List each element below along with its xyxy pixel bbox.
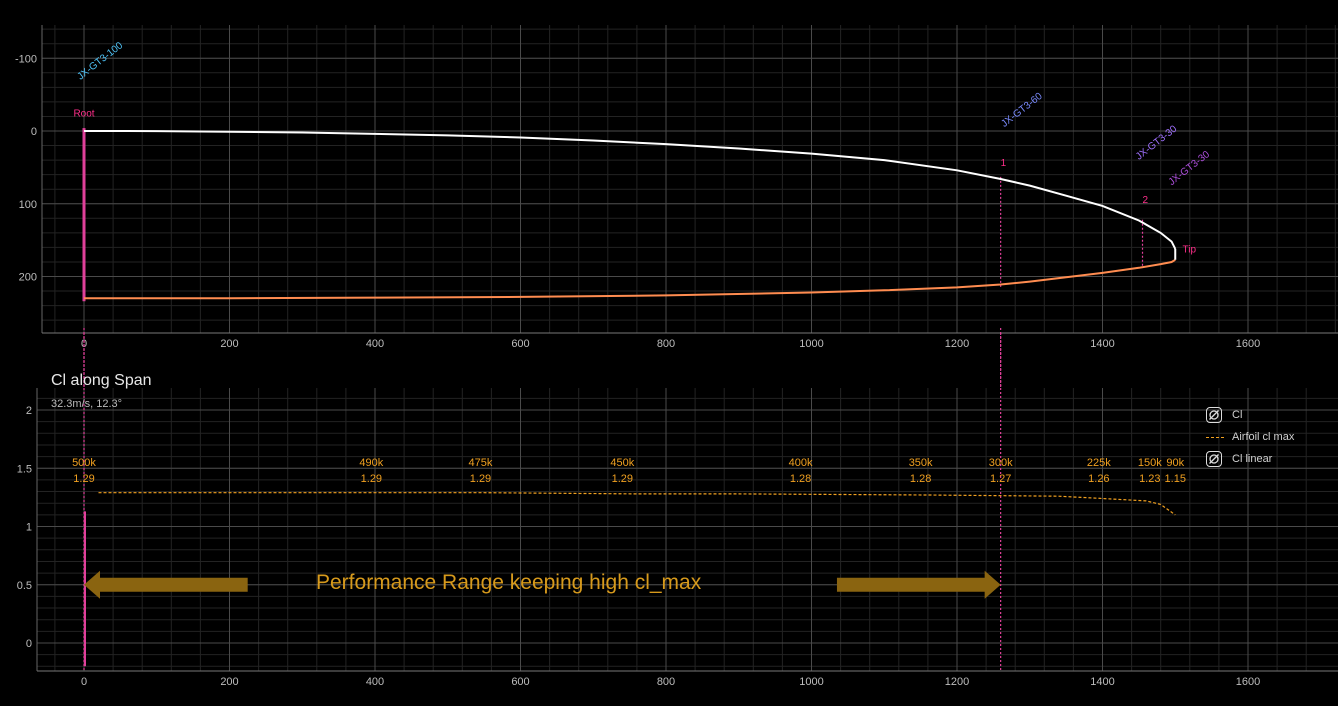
x-tick-label: 200 bbox=[220, 338, 238, 350]
y-tick-label: 0 bbox=[26, 638, 32, 650]
clmax-value-label: 1.29 bbox=[73, 473, 94, 485]
x-tick-label: 600 bbox=[511, 338, 529, 350]
x-tick-label: 1200 bbox=[945, 338, 969, 350]
clmax-value-label: 1.26 bbox=[1088, 473, 1109, 485]
dashed-line-icon bbox=[1206, 436, 1224, 438]
planform-label: Root bbox=[73, 108, 94, 119]
x-tick-label: 400 bbox=[366, 338, 384, 350]
chart-subtitle: 32.3m/s, 12.3° bbox=[51, 398, 123, 410]
reynolds-label: 475k bbox=[469, 457, 493, 469]
range-arrow-right bbox=[836, 570, 1001, 599]
x-tick-label: 600 bbox=[511, 676, 529, 688]
trailing-edge-line bbox=[84, 258, 1176, 300]
clmax-value-label: 1.27 bbox=[990, 473, 1011, 485]
legend-label: Cl linear bbox=[1232, 453, 1273, 465]
reynolds-label: 400k bbox=[789, 457, 813, 469]
leading-edge-line bbox=[83, 130, 1177, 250]
y-tick-label: 0 bbox=[31, 126, 37, 138]
y-tick-label: -100 bbox=[15, 53, 37, 65]
x-tick-label: 1600 bbox=[1236, 676, 1260, 688]
planform-label: 2 bbox=[1143, 195, 1149, 206]
clmax-value-label: 1.29 bbox=[361, 473, 382, 485]
reynolds-label: 225k bbox=[1087, 457, 1111, 469]
planform-label: 1 bbox=[1001, 158, 1007, 169]
performance-range-annotation: Performance Range keeping high cl_max bbox=[316, 571, 702, 594]
reynolds-label: 300k bbox=[989, 457, 1013, 469]
x-tick-label: 1400 bbox=[1090, 338, 1114, 350]
visibility-off-icon[interactable] bbox=[1206, 451, 1222, 467]
x-tick-label: 800 bbox=[657, 676, 675, 688]
root-chord-bar bbox=[82, 128, 86, 302]
reynolds-label: 490k bbox=[359, 457, 383, 469]
x-tick-label: 400 bbox=[366, 676, 384, 688]
x-tick-label: 800 bbox=[657, 338, 675, 350]
chart-title: Cl along Span bbox=[51, 372, 152, 389]
x-tick-label: 1000 bbox=[799, 676, 823, 688]
clmax-value-label: 1.29 bbox=[470, 473, 491, 485]
y-tick-label: 0.5 bbox=[17, 580, 32, 592]
clmax-value-label: 1.28 bbox=[910, 473, 931, 485]
x-tick-label: 1400 bbox=[1090, 676, 1114, 688]
legend-item-cl-linear[interactable]: Cl linear bbox=[1206, 448, 1326, 470]
airfoil-label: JX-GT3-30 bbox=[1134, 123, 1180, 162]
x-tick-label: 1000 bbox=[799, 338, 823, 350]
y-tick-label: 2 bbox=[26, 405, 32, 417]
clmax-value-label: 1.28 bbox=[790, 473, 811, 485]
reynolds-label: 150k bbox=[1138, 457, 1162, 469]
airfoil-label: JX-GT3-100 bbox=[75, 40, 125, 82]
reynolds-label: 90k bbox=[1166, 457, 1184, 469]
legend-label: Airfoil cl max bbox=[1232, 431, 1295, 443]
legend-item-airfoil-cl-max[interactable]: Airfoil cl max bbox=[1206, 426, 1326, 448]
reynolds-label: 350k bbox=[909, 457, 933, 469]
legend-item-cl[interactable]: Cl bbox=[1206, 404, 1326, 426]
clmax-value-label: 1.23 bbox=[1139, 473, 1160, 485]
y-tick-label: 200 bbox=[19, 272, 37, 284]
x-tick-label: 0 bbox=[81, 676, 87, 688]
y-tick-label: 100 bbox=[19, 199, 37, 211]
clmax-value-label: 1.15 bbox=[1165, 473, 1186, 485]
clmax-value-label: 1.29 bbox=[612, 473, 633, 485]
airfoil-label: JX-GT3-60 bbox=[999, 91, 1045, 130]
legend-label: Cl bbox=[1232, 409, 1243, 421]
x-tick-label: 200 bbox=[220, 676, 238, 688]
range-arrow-left bbox=[84, 570, 248, 599]
chart-canvas: 02004006008001000120014001600-1000100200… bbox=[15, 25, 1338, 688]
visibility-off-icon[interactable] bbox=[1206, 407, 1222, 423]
x-tick-label: 1200 bbox=[945, 676, 969, 688]
x-tick-label: 1600 bbox=[1236, 338, 1260, 350]
y-tick-label: 1 bbox=[26, 522, 32, 534]
planform-label: Tip bbox=[1183, 244, 1197, 255]
reynolds-label: 450k bbox=[610, 457, 634, 469]
y-tick-label: 1.5 bbox=[17, 463, 32, 475]
legend: Cl Airfoil cl max Cl linear bbox=[1206, 404, 1326, 470]
reynolds-label: 500k bbox=[72, 457, 96, 469]
